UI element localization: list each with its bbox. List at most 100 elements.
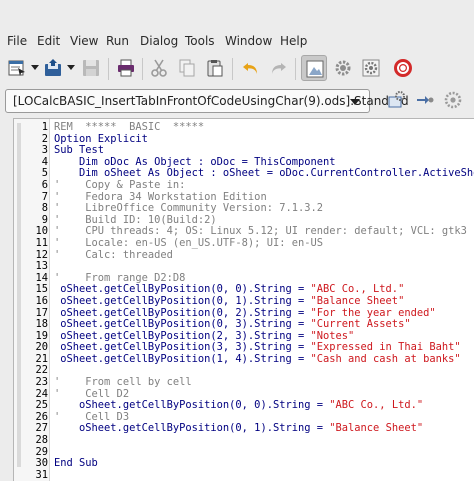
macros-button[interactable] (358, 55, 384, 81)
line-number: 16 (35, 294, 48, 307)
code-lines: 1 REM ***** BASIC ***** 2 Option Explicit 3 S… (14, 121, 474, 481)
macro-settings-icon (335, 60, 351, 76)
line-number: 8 (41, 202, 48, 215)
print-icon (118, 59, 134, 77)
undo-button[interactable] (238, 55, 264, 81)
code-line[interactable]: 27 oSheet.getCellByPosition(0, 1).String… (14, 423, 474, 435)
help-button[interactable] (390, 55, 416, 81)
cut-icon (151, 59, 167, 77)
macro-toolbar: [LOCalcBASIC_InsertTabInFrontOfCodeUsing… (0, 86, 474, 116)
line-number: 13 (35, 260, 48, 273)
cut-button[interactable] (146, 55, 172, 81)
code-token: Sub Test (54, 144, 105, 157)
code-text: End Sub (54, 457, 98, 470)
code-token: oSheet.getCellByPosition(0, 0).String = (54, 283, 311, 296)
menu-tools[interactable]: Tools (185, 34, 215, 48)
code-token: ' From cell by cell (54, 376, 192, 389)
code-line[interactable]: 31 (14, 469, 474, 481)
macros-icon (362, 59, 380, 77)
standard-toolbar (0, 52, 474, 86)
help-icon (394, 59, 412, 77)
code-token: ' Cell D3 (54, 410, 130, 423)
code-token: "Current Assets" (310, 318, 411, 331)
toolbar-separator (142, 58, 143, 80)
code-token: ' CPU threads: 4; OS: Linux 5.12; UI ren… (54, 225, 467, 238)
code-token: oSheet.getCellByPosition(0, 1).String = (54, 422, 330, 435)
menu-file[interactable]: File (7, 34, 27, 48)
line-number: 18 (35, 318, 48, 331)
code-token: "Cash and cash at banks" (310, 352, 461, 365)
run-button[interactable] (440, 87, 466, 113)
code-line[interactable]: 12 ' Calc: threaded (14, 248, 474, 262)
select-module-button[interactable] (4, 55, 30, 81)
select-module-icon (8, 60, 25, 76)
toolbar-separator (295, 58, 296, 80)
code-token: Dim oSheet As Object : oSheet = oDoc.Cur… (54, 167, 474, 180)
line-number: 6 (41, 178, 48, 191)
menu-edit[interactable]: Edit (37, 34, 60, 48)
redo-button[interactable] (265, 55, 291, 81)
insert-object-button[interactable] (301, 55, 327, 81)
paste-icon (207, 60, 223, 77)
run-icon (444, 91, 462, 109)
code-token: oSheet.getCellByPosition(3, 3).String = (54, 341, 311, 354)
paste-button[interactable] (202, 55, 228, 81)
compile-icon (388, 91, 405, 108)
code-line[interactable]: 28 (14, 434, 474, 447)
menu-dialog[interactable]: Dialog (140, 34, 178, 48)
copy-button[interactable] (174, 55, 200, 81)
code-token: ' Cell D2 (54, 387, 130, 400)
code-token: ' Copy & Paste in: (54, 178, 186, 191)
code-token: oSheet.getCellByPosition(1, 4).String = (54, 352, 311, 365)
line-number: 28 (35, 434, 48, 447)
step-into-icon (417, 96, 434, 104)
save-dropdown-arrow[interactable] (67, 65, 75, 70)
save-disabled-icon (83, 60, 99, 76)
code-token: "ABC Co., Ltd." (329, 399, 424, 412)
select-module-dropdown-arrow[interactable] (31, 65, 39, 70)
compile-button[interactable] (383, 87, 409, 113)
code-token: ' From range D2:D8 (54, 271, 186, 284)
code-line[interactable]: 30 End Sub (14, 457, 474, 470)
code-token: Dim oDoc As Object : oDoc = ThisComponen… (54, 155, 336, 168)
code-token: "Balance Sheet" (310, 294, 405, 307)
code-token: ' Fedora 34 Workstation Edition (54, 190, 267, 203)
code-text: oSheet.getCellByPosition(0, 1).String = … (54, 423, 423, 435)
code-token: oSheet.getCellByPosition(0, 3).String = (54, 318, 311, 331)
code-token: ' Locale: en-US (en_US.UTF-8); UI: en-US (54, 236, 323, 249)
code-text: ' Calc: threaded (54, 248, 173, 262)
library-module-selector[interactable]: [LOCalcBASIC_InsertTabInFrontOfCodeUsing… (5, 89, 409, 113)
save-icon (45, 59, 61, 76)
code-line[interactable]: 21 oSheet.getCellByPosition(1, 4).String… (14, 352, 474, 366)
line-number: 23 (35, 376, 48, 389)
menu-bar: File Edit View Run Dialog Tools Window H… (0, 32, 474, 50)
code-token: oSheet.getCellByPosition(2, 3).String = (54, 329, 311, 342)
code-text: oSheet.getCellByPosition(1, 4).String = … (54, 352, 461, 366)
code-editor[interactable]: 1 REM ***** BASIC ***** 2 Option Explicit 3 S… (13, 118, 474, 481)
line-number: 1 (41, 121, 48, 133)
code-token: "ABC Co., Ltd." (310, 283, 405, 296)
redo-icon (272, 63, 286, 74)
code-token: "Balance Sheet" (329, 422, 424, 435)
insert-object-icon (306, 60, 324, 78)
undo-icon (243, 63, 257, 74)
menu-help[interactable]: Help (280, 34, 307, 48)
macro-settings-button[interactable] (330, 55, 356, 81)
save-disabled-button[interactable] (78, 55, 104, 81)
code-token: "Notes" (310, 329, 355, 342)
copy-icon (179, 59, 195, 77)
menu-window[interactable]: Window (225, 34, 272, 48)
save-button[interactable] (40, 55, 66, 81)
menu-run[interactable]: Run (106, 34, 129, 48)
code-token: REM ***** BASIC ***** (54, 121, 205, 133)
code-token: oSheet.getCellByPosition(0, 1).String = (54, 294, 311, 307)
code-token: ' Calc: threaded (54, 248, 173, 261)
step-into-button[interactable] (412, 87, 438, 113)
print-button[interactable] (113, 55, 139, 81)
toolbar-separator (108, 58, 109, 80)
menu-view[interactable]: View (70, 34, 98, 48)
line-number: 11 (35, 236, 48, 249)
chevron-down-icon (350, 99, 360, 105)
code-token: "Expressed in Thai Baht" (310, 341, 461, 354)
code-token: ' Build ID: 10(Build:2) (54, 213, 217, 226)
